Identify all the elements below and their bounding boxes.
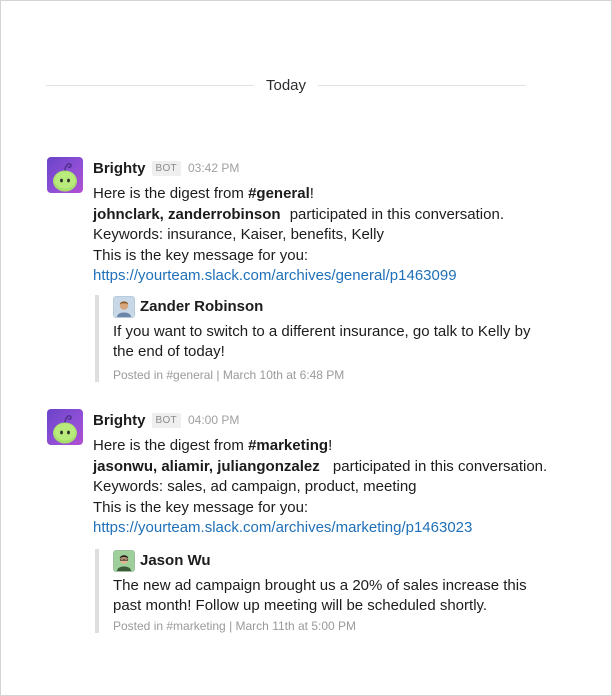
quote-footer[interactable]: Posted in #general | March 10th at 6:48 … [113,368,555,382]
quote-footer[interactable]: Posted in #marketing | March 11th at 5:0… [113,619,555,633]
message-pane: Today Brighty BOT 03:42 PM Here is the d… [0,0,612,696]
participants-line: johnclark, zanderrobinson participated i… [93,205,587,226]
quote-author[interactable]: Jason Wu [140,552,211,569]
quote-text: If you want to switch to a different ins… [113,322,531,360]
key-message-intro: This is the key message for you: [93,498,309,516]
archive-link[interactable]: https://yourteam.slack.com/archives/gene… [93,267,457,284]
key-message-intro: This is the key message for you: [93,246,309,264]
bot-badge: BOT [151,160,181,176]
keywords-line: Keywords: sales, ad campaign, product, m… [93,478,417,495]
channel-name[interactable]: #general [248,185,310,202]
user-avatar[interactable] [113,295,135,318]
digest-intro: Here is the digest from #marketing! [93,436,587,457]
date-divider: Today [46,75,526,95]
bot-avatar[interactable] [47,157,83,193]
digest-intro: Here is the digest from #general! [93,184,587,205]
quoted-message: Zander Robinson If you want to switch to… [95,294,555,382]
sender-name[interactable]: Brighty [93,160,146,177]
participants-line: jasonwu, aliamir, juliangonzalez partici… [93,457,587,478]
sender-name[interactable]: Brighty [93,412,146,429]
quote-text: The new ad campaign brought us a 20% of … [113,576,527,614]
divider-line-left [46,84,254,86]
digest-intro-end: ! [328,437,333,454]
message-timestamp[interactable]: 03:42 PM [188,161,239,175]
user-avatar[interactable] [113,549,135,572]
channel-name[interactable]: #marketing [248,437,328,454]
person-photo-icon [114,550,134,571]
person-photo-icon [114,296,134,317]
sprout-character-icon [53,415,77,444]
participated-text: participated in this conversation. [289,205,504,223]
message-timestamp[interactable]: 04:00 PM [188,413,239,427]
bot-avatar[interactable] [47,409,83,445]
digest-intro-end: ! [309,185,314,202]
participants: johnclark, zanderrobinson [93,205,281,223]
quote-author[interactable]: Zander Robinson [140,298,263,315]
keywords-line: Keywords: insurance, Kaiser, benefits, K… [93,226,384,243]
sprout-character-icon [53,163,77,192]
bot-badge: BOT [151,412,181,428]
date-divider-label: Today [265,76,307,94]
digest-intro-text: Here is the digest from [93,437,249,454]
archive-link[interactable]: https://yourteam.slack.com/archives/mark… [93,519,472,536]
quoted-message: Jason Wu The new ad campaign brought us … [95,548,555,633]
participated-text: participated in this conversation. [332,457,548,475]
participants: jasonwu, aliamir, juliangonzalez [93,457,320,475]
digest-intro-text: Here is the digest from [93,185,249,202]
divider-line-right [318,84,526,86]
